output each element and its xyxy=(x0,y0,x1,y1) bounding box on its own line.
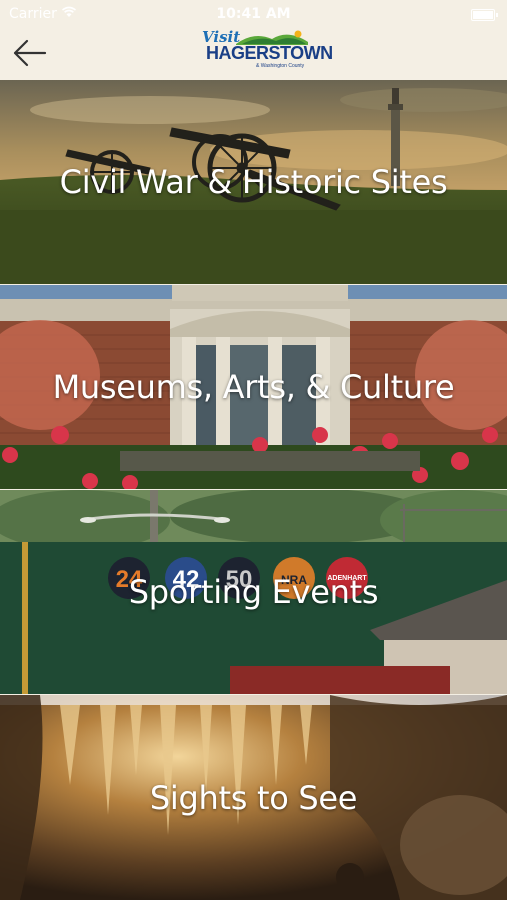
visit-hagerstown-logo: Visit HAGERSTOWN & Washington County xyxy=(200,28,333,76)
category-label: Museums, Arts, & Culture xyxy=(52,368,455,406)
category-civil-war-historic-sites[interactable]: Civil War & Historic Sites xyxy=(0,80,507,284)
back-button[interactable] xyxy=(12,36,48,70)
category-label: Sights to See xyxy=(149,778,358,817)
logo-subtitle-text: & Washington County xyxy=(256,63,305,69)
battery-icon xyxy=(471,9,498,21)
navigation-bar: Carrier 10:41 AM Visit HAGERSTOWN & Wash… xyxy=(0,0,507,80)
category-sights-to-see[interactable]: Sights to See xyxy=(0,695,507,900)
status-time: 10:41 AM xyxy=(216,6,291,22)
category-museums-arts-culture[interactable]: Museums, Arts, & Culture xyxy=(0,285,507,489)
logo-name-text: HAGERSTOWN xyxy=(206,43,333,63)
category-label: Civil War & Historic Sites xyxy=(59,163,448,201)
back-arrow-icon xyxy=(13,39,47,67)
category-label: Sporting Events xyxy=(128,573,379,611)
status-bar: Carrier 10:41 AM xyxy=(0,0,507,28)
category-sporting-events[interactable]: 24 42 50 NRA ADENHART Sporting Events xyxy=(0,490,507,694)
app-screen: Carrier 10:41 AM Visit HAGERSTOWN & Wash… xyxy=(0,0,507,900)
